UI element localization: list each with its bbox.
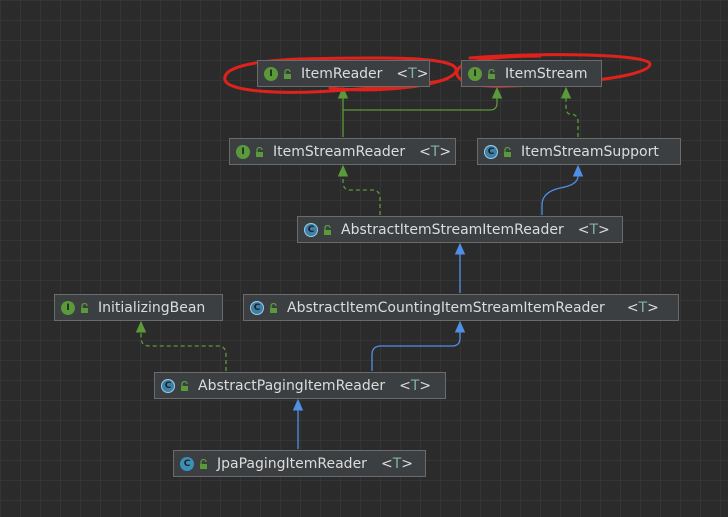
edge-abstractitemstream-itemstreamreader bbox=[337, 164, 381, 215]
node-abstract-item-stream-item-reader[interactable]: C AbstractItemStreamItemReader <T> bbox=[297, 216, 623, 243]
edge-itemstreamreader-itemstream bbox=[343, 86, 503, 111]
node-name: AbstractItemStreamItemReader bbox=[341, 221, 564, 238]
type-parameter: <T> bbox=[380, 455, 413, 472]
lock-icon bbox=[270, 302, 277, 313]
lock-icon bbox=[284, 68, 291, 79]
edge-abstractpaging-initializingbean bbox=[135, 320, 227, 371]
type-parameter: <T> bbox=[396, 65, 429, 82]
interface-icon: I bbox=[468, 66, 482, 81]
node-initializing-bean[interactable]: I InitializingBean bbox=[54, 294, 223, 321]
type-parameter: <T> bbox=[626, 299, 659, 316]
abstract-class-icon: C bbox=[250, 300, 264, 315]
node-name: JpaPagingItemReader bbox=[217, 455, 367, 472]
node-name: ItemStreamReader bbox=[273, 143, 406, 160]
abstract-class-icon: C bbox=[304, 222, 318, 237]
node-abstract-paging-item-reader[interactable]: C AbstractPagingItemReader <T> bbox=[154, 372, 446, 399]
node-name: ItemStream bbox=[505, 65, 588, 82]
node-item-reader[interactable]: I ItemReader <T> bbox=[257, 60, 430, 87]
interface-icon: I bbox=[236, 144, 250, 159]
node-item-stream-support[interactable]: C ItemStreamSupport bbox=[477, 138, 681, 165]
type-parameter: <T> bbox=[399, 377, 432, 394]
abstract-class-icon: C bbox=[484, 144, 498, 159]
edge-abstractitemstream-itemstreamsupport bbox=[541, 164, 584, 215]
interface-icon: I bbox=[264, 66, 278, 81]
node-abstract-item-counting-item-stream-item-reader[interactable]: C AbstractItemCountingItemStreamItemRead… bbox=[243, 294, 679, 321]
edge-abstractpaging-abstractcounting bbox=[371, 320, 466, 371]
node-item-stream[interactable]: I ItemStream bbox=[461, 60, 602, 87]
node-name: ItemStreamSupport bbox=[521, 143, 659, 160]
lock-icon bbox=[324, 224, 331, 235]
edge-itemstreamsupport-itemstream bbox=[560, 86, 579, 137]
interface-icon: I bbox=[61, 300, 75, 315]
type-parameter: <T> bbox=[577, 221, 610, 238]
lock-icon bbox=[81, 302, 88, 313]
node-name: InitializingBean bbox=[98, 299, 206, 316]
lock-icon bbox=[256, 146, 263, 157]
node-name: AbstractItemCountingItemStreamItemReader bbox=[287, 299, 605, 316]
type-parameter: <T> bbox=[419, 143, 452, 160]
abstract-class-icon: C bbox=[161, 378, 175, 393]
lock-icon bbox=[504, 146, 511, 157]
class-icon: C bbox=[180, 456, 194, 471]
node-name: AbstractPagingItemReader bbox=[198, 377, 386, 394]
lock-icon bbox=[200, 458, 207, 469]
node-item-stream-reader[interactable]: I ItemStreamReader <T> bbox=[229, 138, 456, 165]
lock-icon bbox=[488, 68, 495, 79]
lock-icon bbox=[181, 380, 188, 391]
node-jpa-paging-item-reader[interactable]: C JpaPagingItemReader <T> bbox=[173, 450, 426, 477]
node-name: ItemReader bbox=[301, 65, 383, 82]
